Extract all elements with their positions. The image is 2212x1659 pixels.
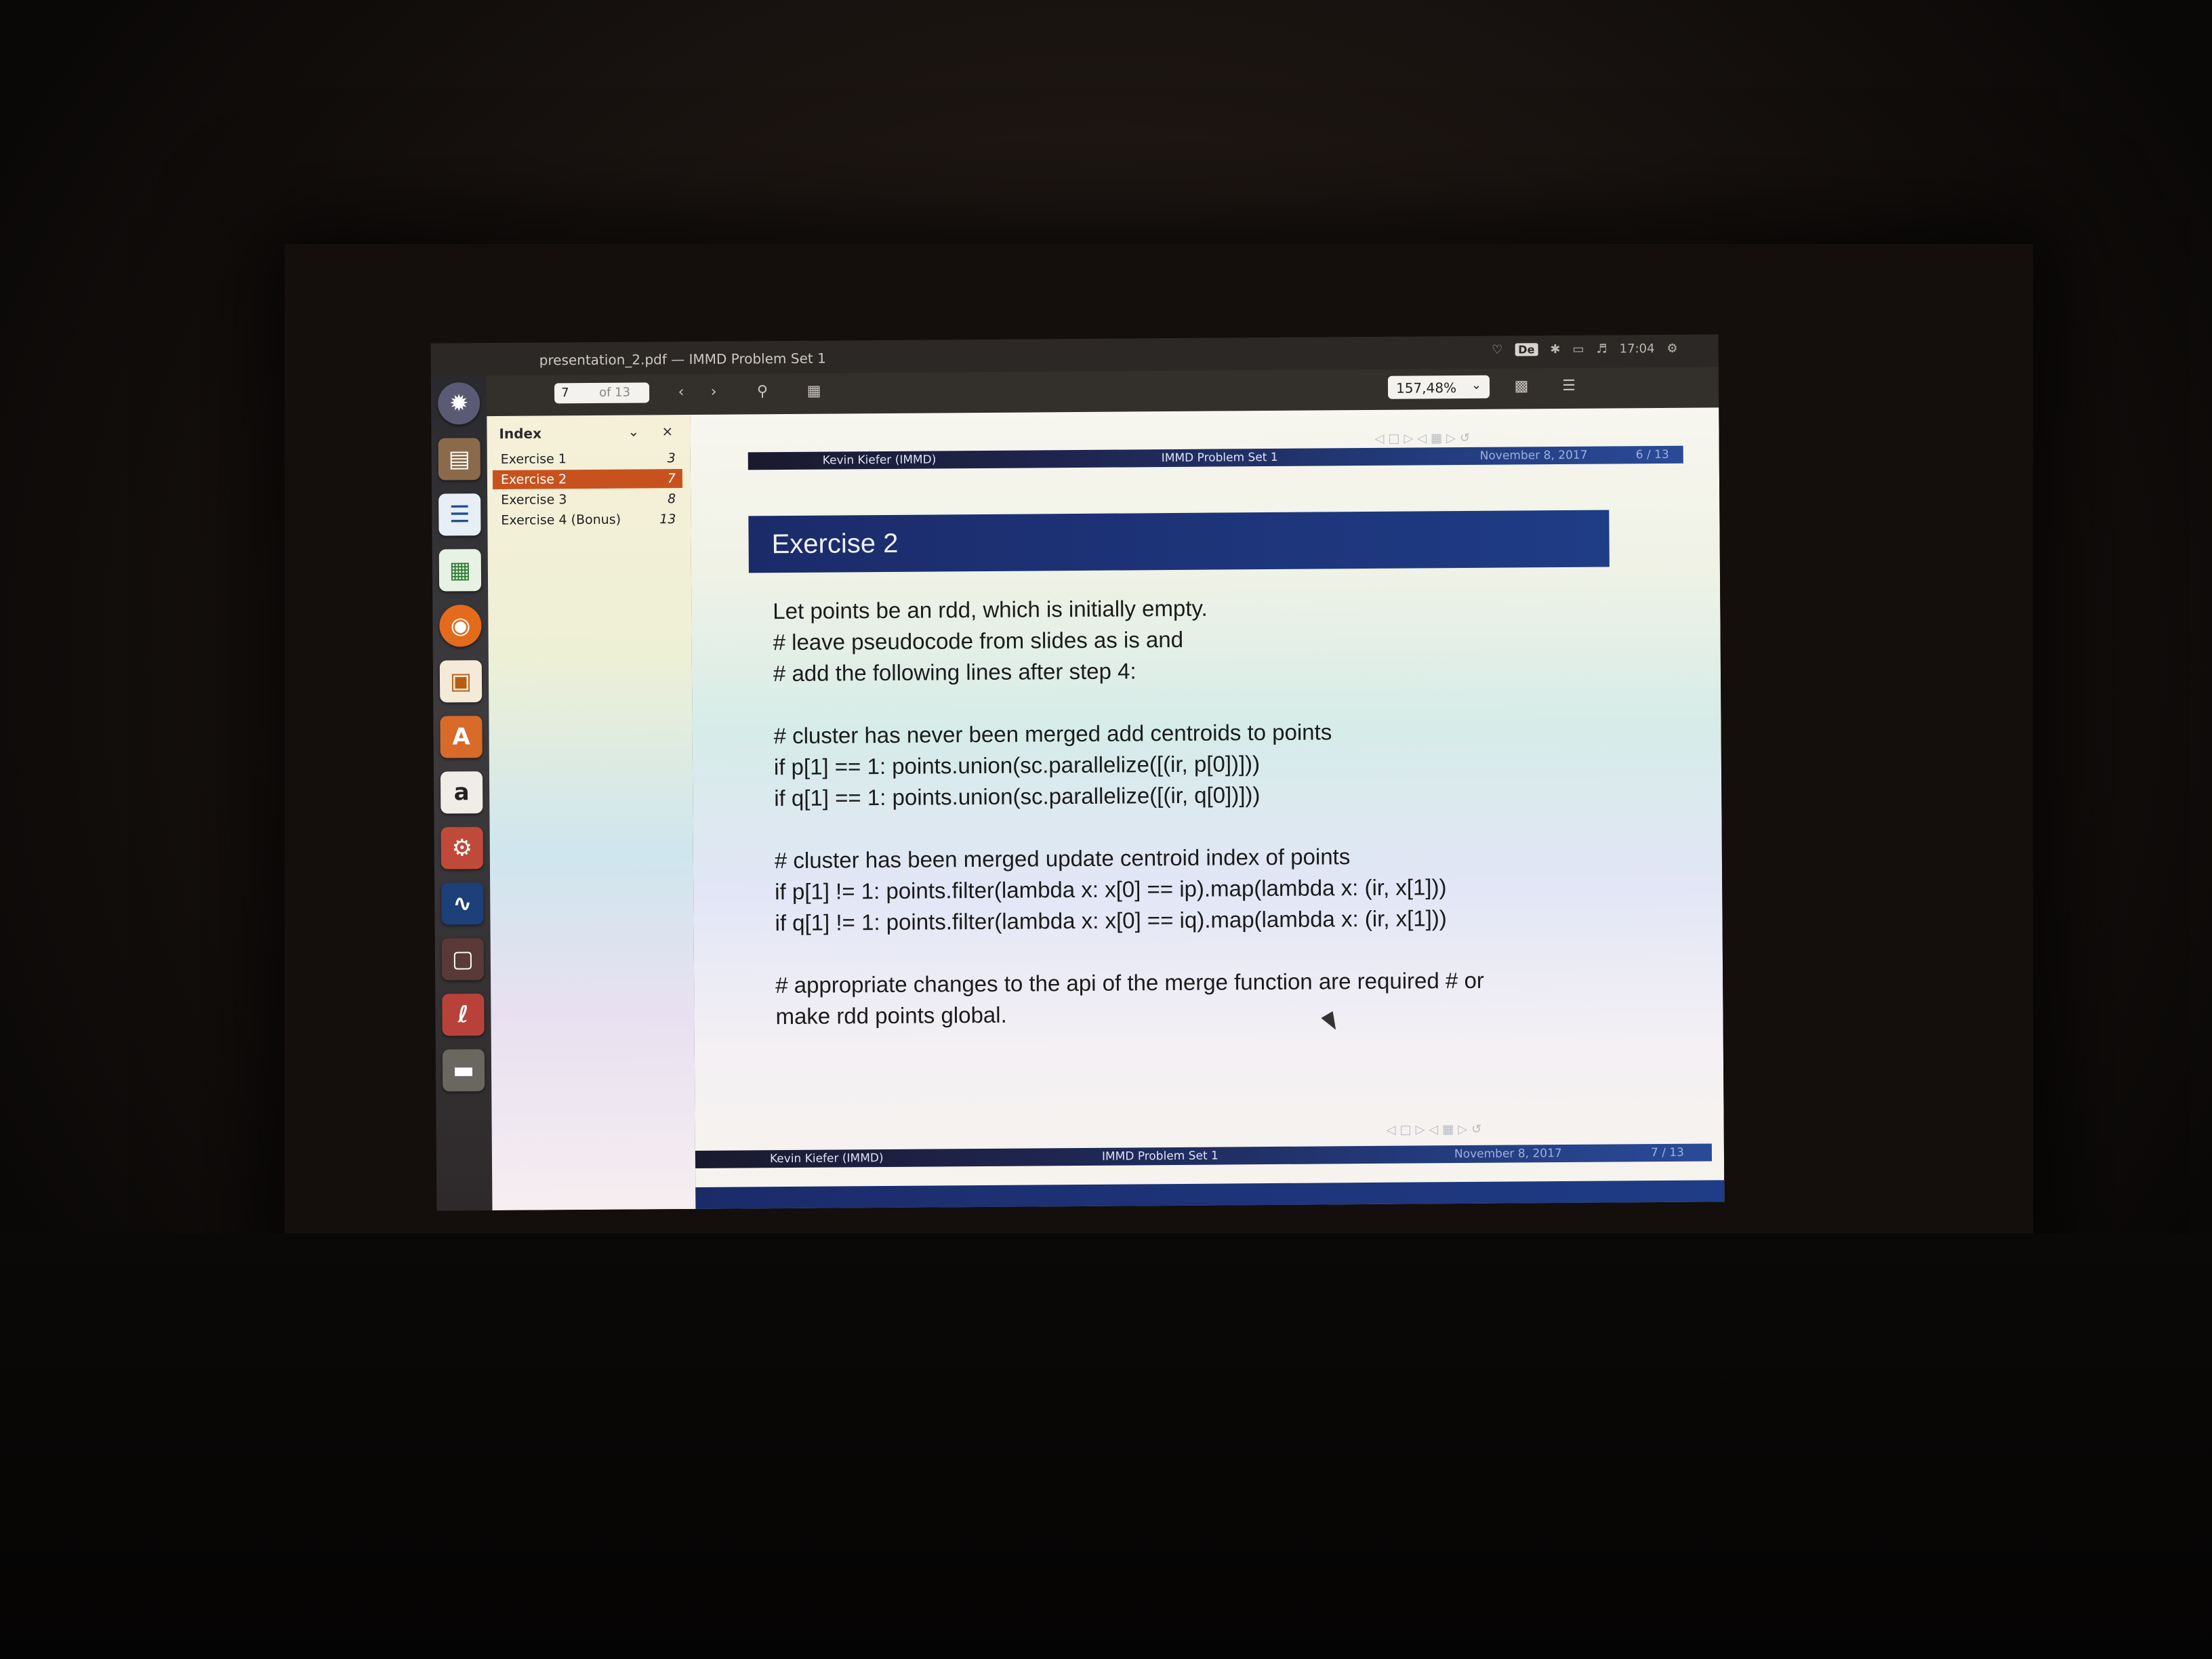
footer-author: Kevin Kiefer (IMMD) bbox=[769, 1151, 884, 1166]
amazon-icon[interactable]: a bbox=[440, 771, 483, 814]
slide-footer: Kevin Kiefer (IMMD) IMMD Problem Set 1 N… bbox=[695, 1143, 1713, 1168]
toc-item-exercise-4[interactable]: Exercise 4 (Bonus) 13 bbox=[493, 510, 682, 530]
beamer-navigation-icon[interactable]: ◁□▷◁▦▷↺ bbox=[1374, 431, 1474, 446]
trash-icon[interactable]: ▬ bbox=[442, 1049, 485, 1092]
clock[interactable]: 17:04 bbox=[1620, 342, 1655, 356]
room-floor bbox=[0, 1233, 2212, 1659]
close-icon[interactable]: × bbox=[661, 423, 673, 439]
previous-slide-footer: Kevin Kiefer (IMMD) IMMD Problem Set 1 N… bbox=[747, 445, 1683, 470]
chevron-down-icon: ⌄ bbox=[1471, 377, 1482, 392]
writer-icon[interactable]: ☰ bbox=[438, 493, 481, 536]
keyboard-layout-indicator[interactable]: De bbox=[1515, 343, 1538, 356]
slide-line: make rdd points global. bbox=[775, 1002, 1007, 1029]
projected-screen: presentation_2.pdf — IMMD Problem Set 1 … bbox=[430, 334, 1725, 1211]
indicator-area: ♡ De ✱ ▭ ♬ 17:04 ⚙ bbox=[1492, 342, 1678, 357]
slide-title: Exercise 2 bbox=[771, 528, 899, 560]
zoom-value: 157,48% bbox=[1395, 380, 1457, 396]
zoom-select[interactable]: 157,48% ⌄ bbox=[1387, 375, 1490, 399]
search-icon[interactable]: ⚲ bbox=[751, 382, 774, 402]
slide-title-bar: Exercise 2 bbox=[748, 510, 1610, 573]
annotation-icon[interactable]: ▦ bbox=[802, 382, 825, 402]
slide-body: Let points be an rdd, which is initially… bbox=[773, 590, 1650, 1032]
toc-item-exercise-1[interactable]: Exercise 1 3 bbox=[493, 449, 682, 469]
footer-author: Kevin Kiefer (IMMD) bbox=[822, 453, 937, 468]
toc-item-page: 3 bbox=[667, 451, 676, 466]
battery-icon[interactable]: ▭ bbox=[1572, 342, 1584, 356]
toc-item-label: Exercise 3 bbox=[501, 492, 567, 508]
wifi-icon[interactable]: ♡ bbox=[1492, 343, 1502, 357]
footer-title: IMMD Problem Set 1 bbox=[1161, 450, 1278, 466]
footer-date: November 8, 2017 bbox=[1454, 1147, 1562, 1162]
footer-page: 6 / 13 bbox=[1635, 447, 1669, 462]
toc-item-label: Exercise 2 bbox=[500, 472, 567, 487]
chevron-left-icon[interactable]: ‹ bbox=[670, 382, 693, 403]
menu-icon[interactable]: ☰ bbox=[1557, 376, 1580, 396]
footer-date: November 8, 2017 bbox=[1479, 448, 1588, 463]
footer-title: IMMD Problem Set 1 bbox=[1101, 1149, 1218, 1164]
bluetooth-icon[interactable]: ✱ bbox=[1550, 342, 1560, 356]
volume-icon[interactable]: ♬ bbox=[1596, 342, 1607, 356]
toc-item-page: 7 bbox=[667, 471, 676, 487]
page-current[interactable]: 7 bbox=[561, 386, 569, 400]
chevron-down-icon[interactable]: ⌄ bbox=[628, 424, 639, 440]
toc-item-label: Exercise 1 bbox=[500, 451, 567, 467]
sidebar-title: Index bbox=[499, 425, 542, 442]
ubuntu-dash-icon[interactable]: ✹ bbox=[437, 382, 480, 425]
toc-item-label: Exercise 4 (Bonus) bbox=[501, 512, 621, 528]
toc-item-page: 8 bbox=[667, 491, 676, 507]
firefox-icon[interactable]: ◉ bbox=[439, 605, 482, 647]
toc-item-exercise-2[interactable]: Exercise 2 7 bbox=[492, 469, 683, 490]
system-monitor-icon[interactable]: ∿ bbox=[441, 882, 484, 925]
footer-page: 7 / 13 bbox=[1650, 1145, 1684, 1160]
screenshot-icon[interactable]: ▢ bbox=[441, 938, 485, 981]
page-number-field[interactable]: 7 of 13 bbox=[554, 382, 650, 404]
document-viewer-icon[interactable]: ℓ bbox=[442, 994, 485, 1036]
toc-item-exercise-3[interactable]: Exercise 3 8 bbox=[493, 489, 682, 510]
sidebar-header: Index ⌄ × bbox=[499, 422, 682, 443]
chevron-right-icon[interactable]: › bbox=[702, 382, 725, 403]
save-icon[interactable]: ▩ bbox=[1510, 376, 1533, 396]
gear-icon[interactable]: ⚙ bbox=[1666, 342, 1677, 356]
index-sidebar: Index ⌄ × Exercise 1 3 Exercise 2 7 Exer… bbox=[487, 414, 696, 1211]
impress-icon[interactable]: ▣ bbox=[439, 660, 483, 703]
window-title: presentation_2.pdf — IMMD Problem Set 1 bbox=[539, 350, 826, 369]
calc-icon[interactable]: ▦ bbox=[438, 549, 482, 592]
launcher: ✹ ▤ ☰ ▦ ◉ ▣ A a ⚙ ∿ ▢ ℓ ▬ bbox=[430, 375, 493, 1211]
page-total: of 13 bbox=[598, 385, 631, 400]
files-icon[interactable]: ▤ bbox=[438, 438, 480, 480]
beamer-navigation-icon[interactable]: ◁□▷◁▦▷↺ bbox=[1387, 1122, 1486, 1137]
settings-icon[interactable]: ⚙ bbox=[441, 827, 483, 869]
toc-item-page: 13 bbox=[659, 512, 676, 527]
software-center-icon[interactable]: A bbox=[440, 716, 483, 758]
document-view[interactable]: ◁□▷◁▦▷↺ Kevin Kiefer (IMMD) IMMD Problem… bbox=[690, 407, 1725, 1211]
